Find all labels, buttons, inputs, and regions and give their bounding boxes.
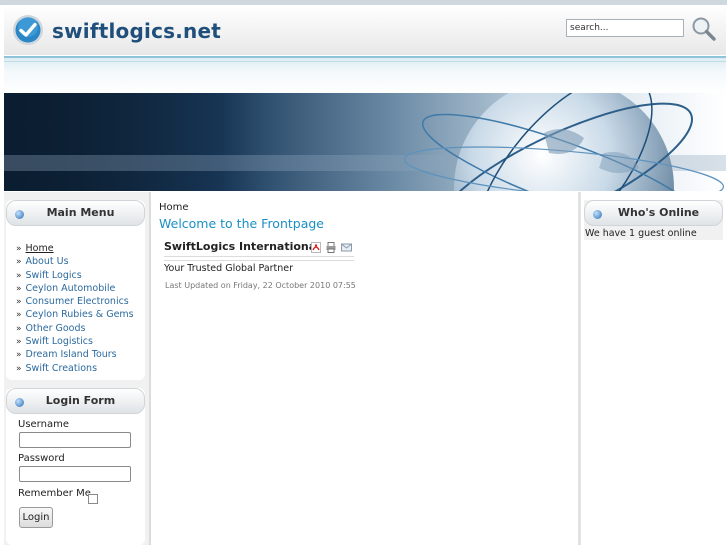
menu-item-other-goods[interactable]: » Other Goods bbox=[16, 322, 134, 335]
left-sidebar: Main Menu » Home » About Us » Swift Logics … bbox=[4, 192, 151, 545]
password-field[interactable] bbox=[19, 466, 131, 482]
menu-item-consumer-electronics[interactable]: » Consumer Electronics bbox=[16, 295, 134, 308]
main-menu-module: Main Menu » Home » About Us » Swift Logics … bbox=[6, 200, 145, 380]
main-menu-header: Main Menu bbox=[6, 200, 145, 226]
menu-item-swift-logistics[interactable]: » Swift Logistics bbox=[16, 335, 134, 348]
header-banner bbox=[4, 93, 726, 191]
page-title: Welcome to the Frontpage bbox=[159, 216, 324, 231]
menu-item-label[interactable]: Dream Island Tours bbox=[26, 349, 117, 360]
right-sidebar: Who's Online We have 1 guest online bbox=[578, 192, 727, 545]
menu-item-label[interactable]: Ceylon Rubies & Gems bbox=[26, 309, 134, 320]
print-icon[interactable] bbox=[326, 242, 336, 253]
arrow-icon: » bbox=[16, 244, 22, 254]
article-subtitle: Your Trusted Global Partner bbox=[164, 263, 294, 274]
pdf-icon[interactable] bbox=[311, 242, 321, 253]
menu-item-label[interactable]: Ceylon Automobile bbox=[26, 283, 116, 294]
username-field[interactable] bbox=[19, 432, 131, 448]
arrow-icon: » bbox=[16, 323, 22, 334]
whos-online-title: Who's Online bbox=[617, 206, 700, 219]
menu-item-swift-creations[interactable]: » Swift Creations bbox=[16, 362, 134, 375]
menu-item-ceylon-rubies-gems[interactable]: » Ceylon Rubies & Gems bbox=[16, 308, 134, 321]
menu-item-about-us[interactable]: » About Us bbox=[16, 255, 134, 268]
menu-item-swift-logics[interactable]: » Swift Logics bbox=[16, 269, 134, 282]
login-button[interactable]: Login bbox=[19, 507, 53, 528]
menu-item-label[interactable]: Consumer Electronics bbox=[26, 296, 129, 307]
password-label: Password bbox=[18, 453, 65, 464]
breadcrumb[interactable]: Home bbox=[159, 202, 189, 213]
email-icon[interactable] bbox=[341, 242, 352, 253]
login-form-header: Login Form bbox=[6, 388, 145, 414]
menu-item-ceylon-automobile[interactable]: » Ceylon Automobile bbox=[16, 282, 134, 295]
menu-item-home[interactable]: » Home bbox=[16, 242, 134, 255]
menu-item-label[interactable]: Swift Creations bbox=[26, 363, 98, 374]
menu-item-label[interactable]: Home bbox=[26, 243, 54, 254]
menu-item-label[interactable]: Other Goods bbox=[26, 323, 86, 334]
remember-me-label: Remember Me bbox=[18, 488, 91, 499]
arrow-icon: » bbox=[16, 310, 22, 321]
arrow-icon: » bbox=[16, 363, 22, 374]
menu-item-label[interactable]: Swift Logistics bbox=[26, 336, 93, 347]
arrow-icon: » bbox=[16, 297, 22, 308]
article-title: SwiftLogics International bbox=[164, 240, 320, 253]
arrow-icon: » bbox=[16, 270, 22, 281]
whos-online-header: Who's Online bbox=[584, 200, 723, 226]
whos-online-text: We have 1 guest online bbox=[585, 228, 697, 239]
main-menu-title: Main Menu bbox=[46, 206, 115, 219]
nav-bar bbox=[4, 56, 726, 94]
remember-me-checkbox[interactable] bbox=[88, 494, 98, 504]
site-header: swiftlogics.net bbox=[4, 5, 726, 55]
username-label: Username bbox=[18, 419, 69, 430]
arrow-icon: » bbox=[16, 283, 22, 294]
globe-image bbox=[4, 93, 726, 191]
magnifier-icon[interactable] bbox=[691, 16, 717, 42]
last-updated: Last Updated on Friday, 22 October 2010 … bbox=[165, 281, 356, 290]
main-content: Home Welcome to the Frontpage SwiftLogic… bbox=[151, 192, 576, 545]
menu-item-label[interactable]: About Us bbox=[26, 256, 69, 267]
main-menu-list: » Home » About Us » Swift Logics » Ceylon Au… bbox=[16, 242, 134, 375]
arrow-icon: » bbox=[16, 257, 22, 268]
search-input[interactable] bbox=[566, 19, 684, 37]
checkmark-badge-icon[interactable] bbox=[12, 14, 44, 46]
arrow-icon: » bbox=[16, 350, 22, 361]
login-form-title: Login Form bbox=[45, 394, 116, 407]
article-divider bbox=[164, 256, 354, 261]
arrow-icon: » bbox=[16, 337, 22, 348]
menu-item-label[interactable]: Swift Logics bbox=[26, 270, 82, 281]
site-name[interactable]: swiftlogics.net bbox=[52, 19, 221, 43]
menu-item-dream-island-tours[interactable]: » Dream Island Tours bbox=[16, 348, 134, 361]
nav-divider bbox=[4, 61, 726, 62]
